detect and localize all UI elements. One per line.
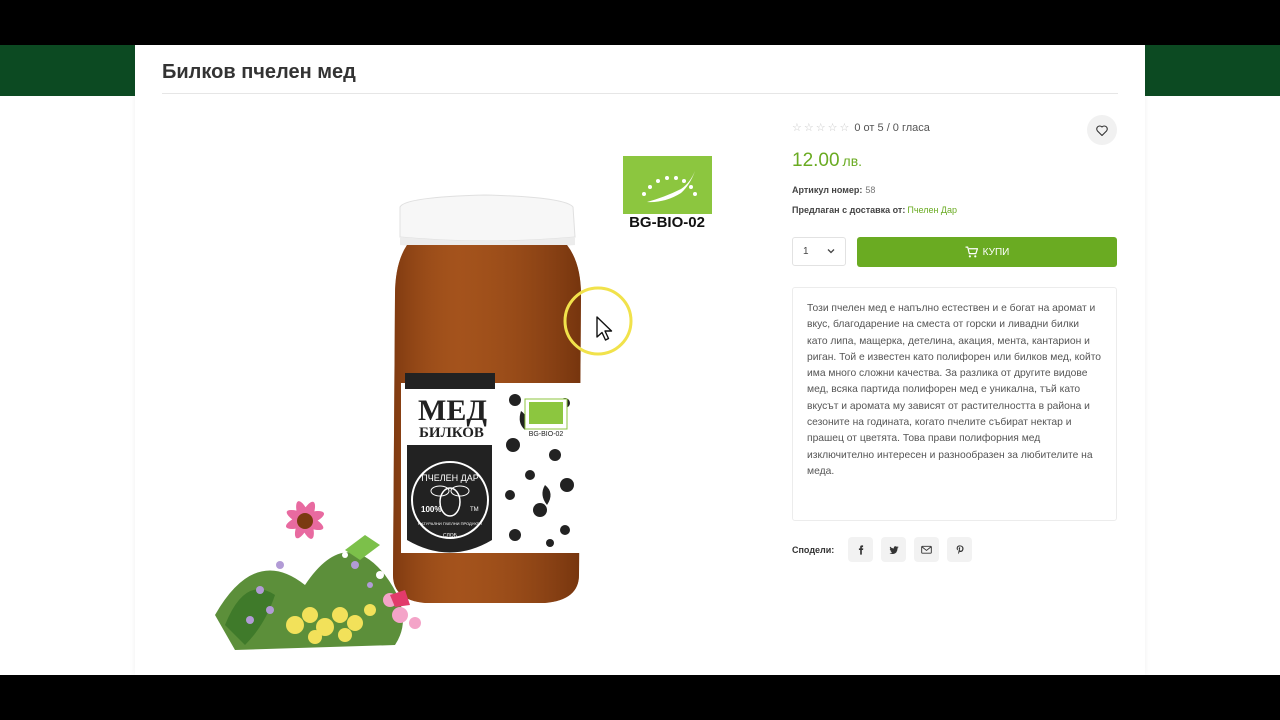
supplier-row: Предлаган с доставка от: Пчелен Дар [792,205,957,215]
share-bar: Сподели: [792,537,973,562]
quantity-select[interactable]: 1 [792,237,846,266]
price-currency: лв. [842,153,863,169]
sku-value: 58 [865,185,876,195]
supplier-link[interactable]: Пчелен Дар [907,205,957,215]
star-icon[interactable]: ☆ [828,122,838,134]
badge-small-text: НАТУРАЛНИ ПЧЕЛНИ ПРОДУКТИ [418,521,482,526]
star-icon[interactable]: ☆ [804,122,814,134]
buy-button[interactable]: КУПИ [857,237,1117,267]
eu-organic-logo [623,156,712,214]
heart-icon [1096,124,1108,136]
pinterest-icon [956,545,964,555]
email-icon [921,545,933,554]
mouse-cursor-highlight [563,286,633,356]
title-divider [162,93,1118,94]
label-main-text: МЕД [418,394,487,427]
star-icon[interactable]: ☆ [792,122,802,134]
share-email-button[interactable] [914,537,940,562]
sku-row: Артикул номер: 58 [792,185,875,195]
twitter-icon [889,545,899,554]
rating: ☆ ☆ ☆ ☆ ☆ 0 от 5 / 0 гласа [792,122,930,134]
product-title: Билков пчелен мед [162,61,356,83]
label-sub-text: БИЛКОВ [419,425,484,441]
label-bio-text: BG-BIO-02 [529,431,564,438]
star-icon[interactable]: ☆ [816,122,826,134]
buy-button-label: КУПИ [982,246,1010,258]
badge-year: СЛОБ [443,533,458,539]
cart-icon [965,246,978,258]
wishlist-button[interactable] [1087,115,1117,145]
share-facebook-button[interactable] [848,537,874,562]
rating-stars[interactable]: ☆ ☆ ☆ ☆ ☆ [792,122,850,134]
badge-percent: 100% [421,505,441,514]
share-twitter-button[interactable] [881,537,907,562]
facebook-icon [858,544,864,555]
product-image[interactable]: BG-BIO-02 МЕД БИЛКОВ BG-BIO-02 ПЧЕЛЕН ДА… [195,145,755,665]
page-viewport: Билков пчелен мед BG-BIO-02 МЕД БИЛКОВ B… [0,45,1280,675]
share-pinterest-button[interactable] [947,537,973,562]
chevron-down-icon [827,249,835,254]
product-quickview-modal: Билков пчелен мед BG-BIO-02 МЕД БИЛКОВ B… [135,45,1145,675]
share-label: Сподели: [792,544,835,555]
pointer-icon [596,316,613,341]
badge-text: ПЧЕЛЕН ДАР [421,473,478,483]
price-value: 12.00 [792,150,840,171]
rating-text: 0 от 5 / 0 гласа [854,122,930,134]
quantity-value: 1 [803,246,809,257]
badge-tm: TM [470,507,479,513]
product-description: Този пчелен мед е напълно естествен и е … [792,287,1117,521]
jar-label: МЕД БИЛКОВ BG-BIO-02 ПЧЕЛЕН ДАР 100% TM … [401,373,581,553]
product-price: 12.00 лв. [792,150,862,172]
bio-code-text: BG-BIO-02 [629,214,705,231]
herb-flowers-illustration [215,501,421,650]
supplier-label: Предлаган с доставка от: [792,205,906,215]
sku-label: Артикул номер: [792,185,863,195]
star-icon[interactable]: ☆ [840,122,850,134]
